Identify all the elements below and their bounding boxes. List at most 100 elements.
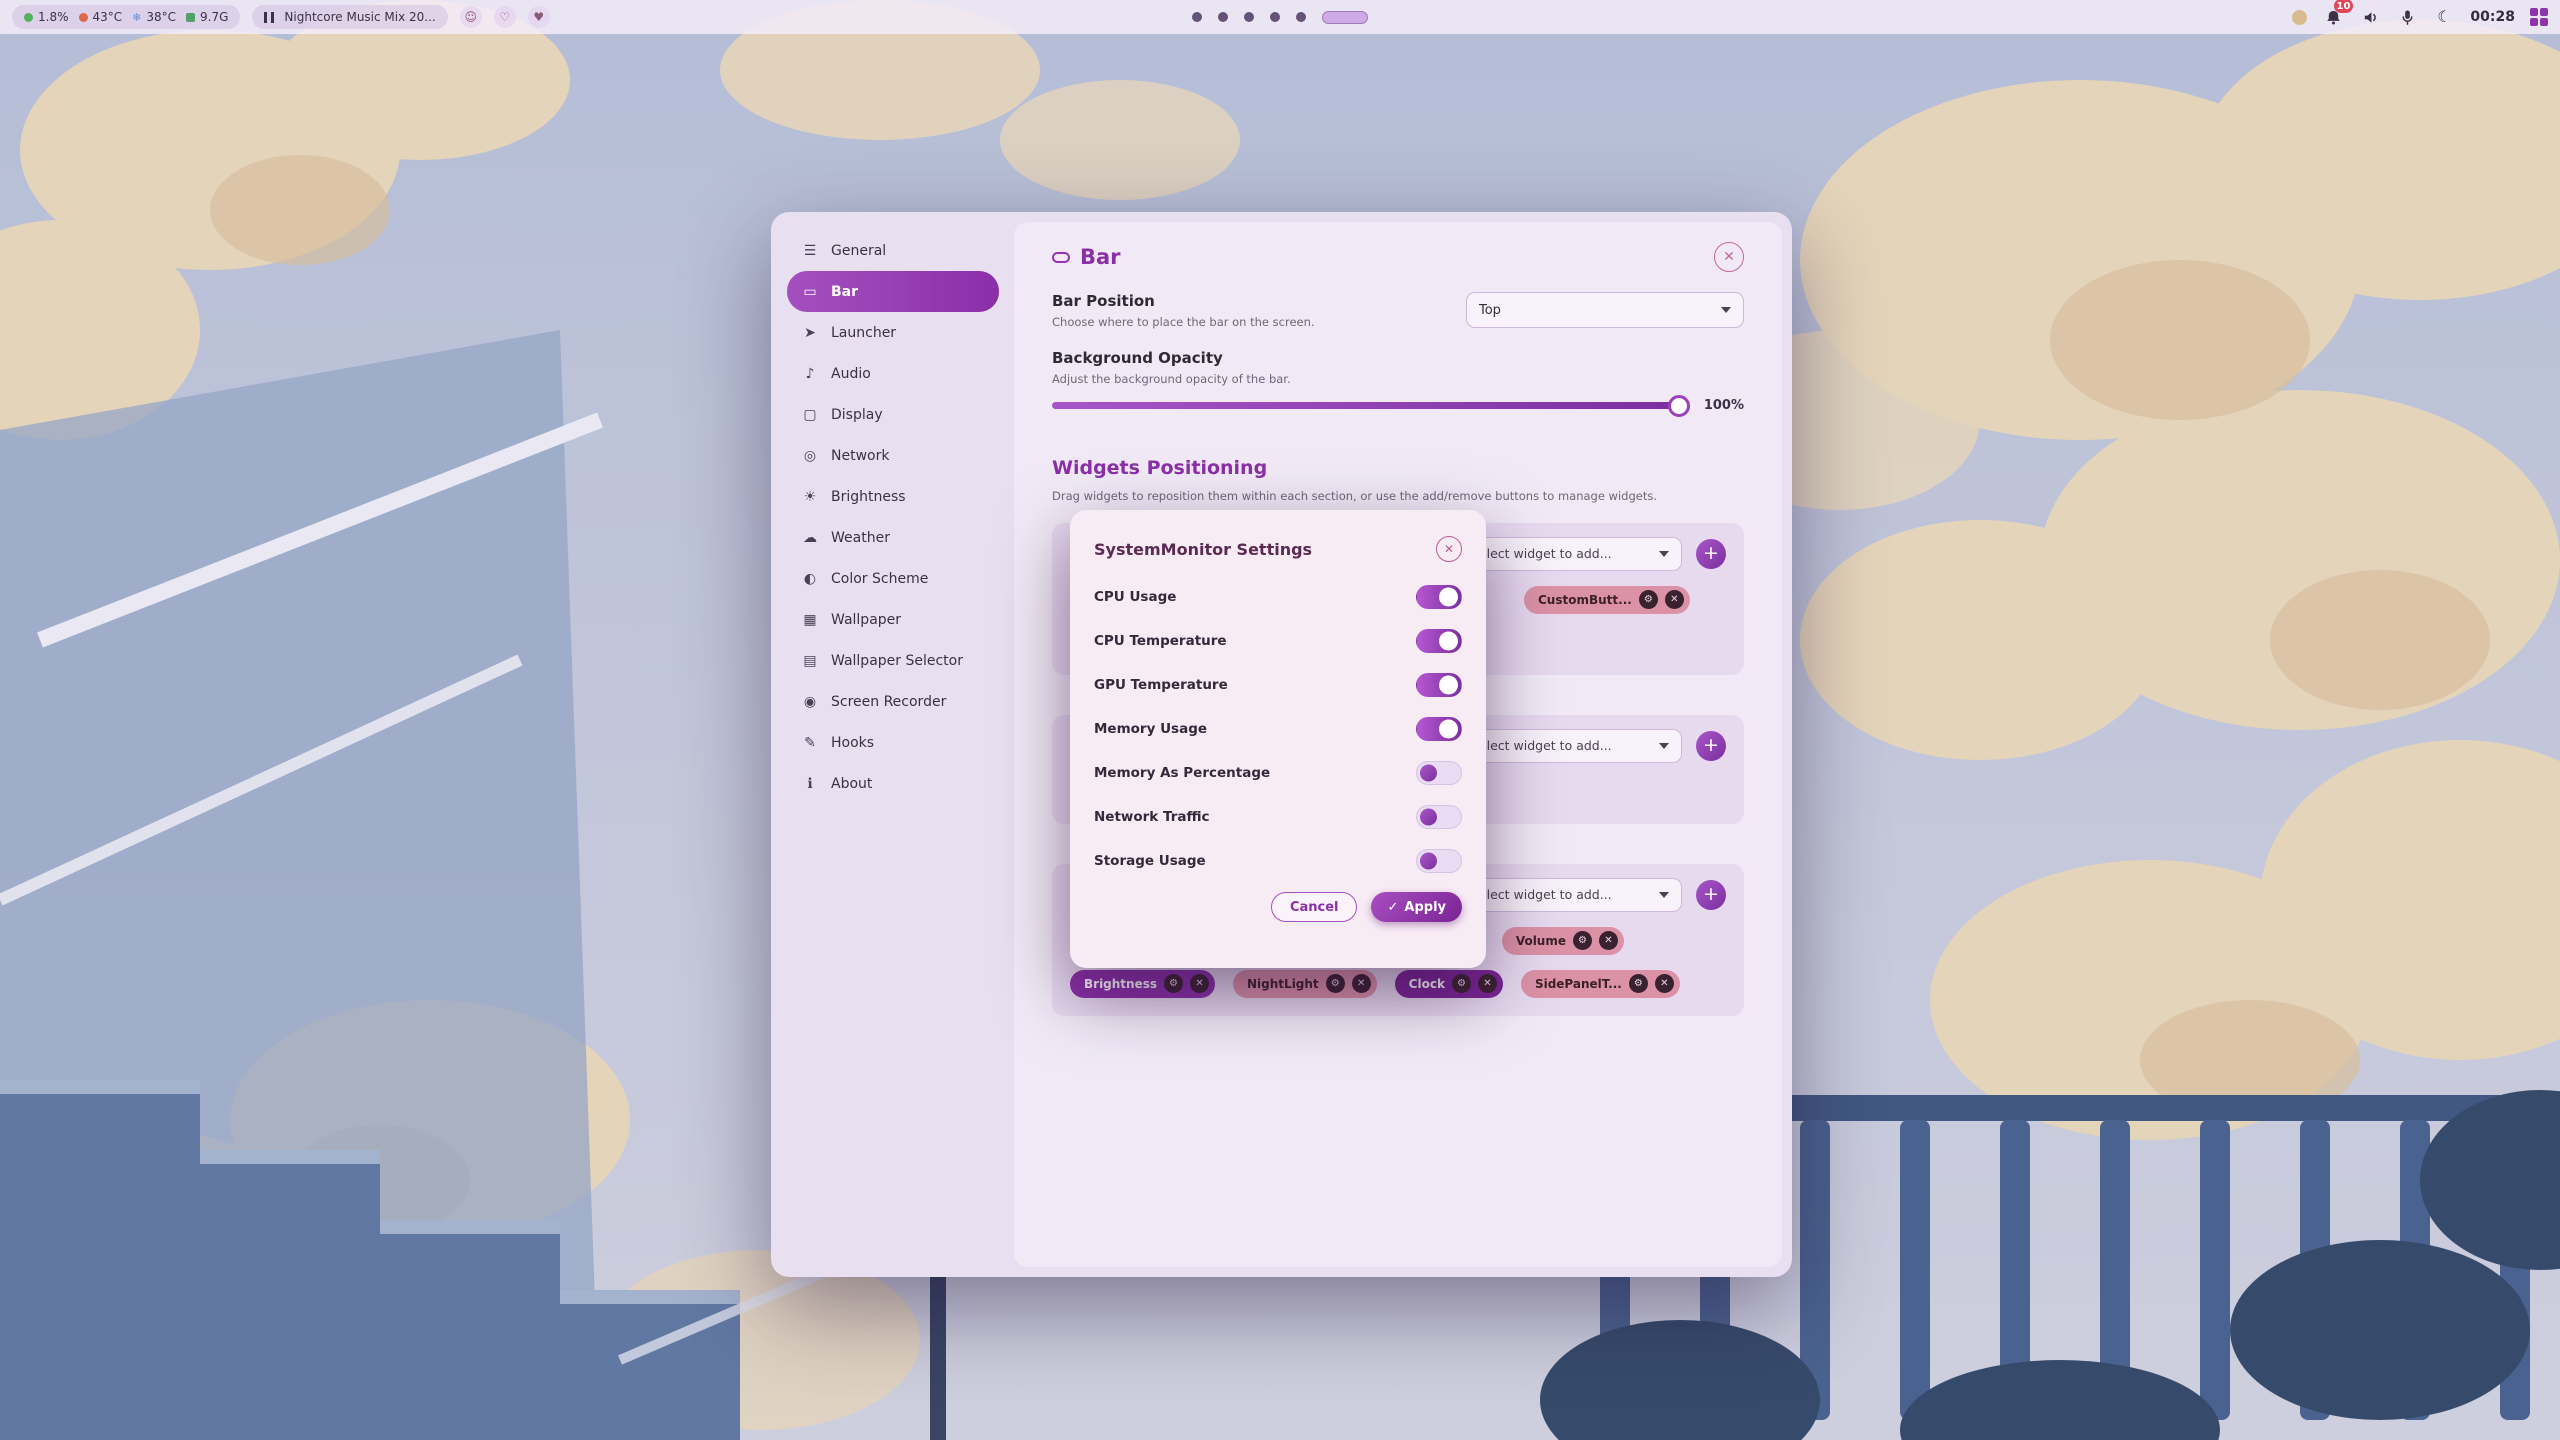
gear-icon[interactable]: ⚙: [1573, 931, 1592, 950]
clock[interactable]: 00:28: [2470, 9, 2515, 25]
color-swatch-icon[interactable]: [2292, 10, 2307, 25]
add-widget-placeholder: Select widget to add...: [1471, 887, 1612, 902]
workspace-dot[interactable]: [1296, 12, 1306, 22]
workspace-dot[interactable]: [1244, 12, 1254, 22]
gpu-temp-value: 38°C: [146, 10, 176, 24]
modal-close-button[interactable]: ✕: [1436, 536, 1462, 562]
emoji-tray-icon[interactable]: ☺: [460, 6, 482, 28]
sidebar-item-label: Screen Recorder: [831, 694, 946, 710]
sidebar-item-label: Hooks: [831, 735, 874, 751]
volume-button[interactable]: [2359, 6, 2381, 28]
sidebar-item-audio[interactable]: ♪ Audio: [787, 353, 999, 394]
sidebar-item-network[interactable]: ◎ Network: [787, 435, 999, 476]
gear-icon[interactable]: ⚙: [1452, 974, 1471, 993]
remove-icon[interactable]: ✕: [1599, 931, 1618, 950]
media-title: Nightcore Music Mix 20...: [284, 10, 435, 24]
widget-chip-nightlight[interactable]: NightLight ⚙ ✕: [1233, 970, 1377, 998]
remove-icon[interactable]: ✕: [1352, 974, 1371, 993]
workspace-dot[interactable]: [1218, 12, 1228, 22]
app-launcher-button[interactable]: [2530, 8, 2548, 26]
add-widget-dropdown[interactable]: Select widget to add...: [1458, 537, 1682, 571]
chip-row: Brightness ⚙ ✕ NightLight ⚙ ✕ Clock ⚙ ✕: [1070, 970, 1726, 998]
notifications-button[interactable]: 10: [2322, 6, 2344, 28]
sidebar-item-bar[interactable]: ▭ Bar: [787, 271, 999, 312]
workspace-active-pill[interactable]: [1322, 11, 1368, 24]
sidebar-item-launcher[interactable]: ➤ Launcher: [787, 312, 999, 353]
sidebar-item-label: General: [831, 243, 886, 259]
heart-outline-icon[interactable]: ♡: [494, 6, 516, 28]
chip-label: Volume: [1516, 934, 1566, 948]
widget-chip-sidepanel[interactable]: SidePanelT... ⚙ ✕: [1521, 970, 1680, 998]
gear-icon[interactable]: ⚙: [1639, 590, 1658, 609]
toggle-switch[interactable]: [1416, 761, 1462, 785]
gear-icon[interactable]: ⚙: [1164, 974, 1183, 993]
toggle-knob: [1439, 720, 1458, 739]
night-light-button[interactable]: ☾: [2433, 6, 2455, 28]
emoji-glyph: ☺: [464, 10, 477, 24]
chip-label: NightLight: [1247, 977, 1319, 991]
add-widget-button[interactable]: +: [1696, 731, 1726, 761]
heart-icon[interactable]: ♥: [528, 6, 550, 28]
microphone-button[interactable]: [2396, 6, 2418, 28]
sidebar-item-wallpaper-selector[interactable]: ▤ Wallpaper Selector: [787, 640, 999, 681]
remove-icon[interactable]: ✕: [1665, 590, 1684, 609]
widget-chip-clock[interactable]: Clock ⚙ ✕: [1395, 970, 1503, 998]
remove-icon[interactable]: ✕: [1478, 974, 1497, 993]
widget-chip-volume[interactable]: Volume ⚙ ✕: [1502, 927, 1624, 955]
cpu-stat: 1.8%: [24, 10, 69, 24]
gear-icon[interactable]: ⚙: [1326, 974, 1345, 993]
widget-chip-custombutton[interactable]: CustomButt... ⚙ ✕: [1524, 586, 1690, 614]
add-widget-button[interactable]: +: [1696, 880, 1726, 910]
bar-position-dropdown[interactable]: Top: [1466, 292, 1744, 328]
sidebar-item-screen-recorder[interactable]: ◉ Screen Recorder: [787, 681, 999, 722]
chevron-down-icon: [1659, 743, 1669, 749]
remove-icon[interactable]: ✕: [1190, 974, 1209, 993]
modal-title: SystemMonitor Settings: [1094, 540, 1312, 559]
toggle-switch[interactable]: [1416, 805, 1462, 829]
hooks-icon: ✎: [801, 735, 819, 751]
remove-icon[interactable]: ✕: [1655, 974, 1674, 993]
toggle-switch[interactable]: [1416, 629, 1462, 653]
add-widget-dropdown[interactable]: Select widget to add...: [1458, 729, 1682, 763]
sidebar-item-brightness[interactable]: ☀ Brightness: [787, 476, 999, 517]
window-close-button[interactable]: ✕: [1714, 242, 1744, 272]
cpu-temp-stat: 43°C: [79, 10, 123, 24]
sidebar-item-weather[interactable]: ☁ Weather: [787, 517, 999, 558]
sidebar-item-about[interactable]: ℹ About: [787, 763, 999, 804]
sidebar-item-label: About: [831, 776, 872, 792]
toggle-switch[interactable]: [1416, 585, 1462, 609]
thermometer-icon: [79, 13, 88, 22]
add-widget-button[interactable]: +: [1696, 539, 1726, 569]
settings-sidebar: ☰ General ▭ Bar ➤ Launcher ♪ Audio ▢ Dis…: [787, 230, 999, 804]
cpu-temp-value: 43°C: [93, 10, 123, 24]
sidebar-item-color-scheme[interactable]: ◐ Color Scheme: [787, 558, 999, 599]
toggle-knob: [1420, 765, 1437, 782]
sidebar-item-wallpaper[interactable]: ▦ Wallpaper: [787, 599, 999, 640]
opacity-value: 100%: [1704, 398, 1744, 413]
toggle-switch[interactable]: [1416, 717, 1462, 741]
add-widget-placeholder: Select widget to add...: [1471, 546, 1612, 561]
workspace-dot[interactable]: [1192, 12, 1202, 22]
slider-knob[interactable]: [1668, 395, 1690, 417]
modal-header: SystemMonitor Settings ✕: [1094, 536, 1462, 562]
sidebar-item-hooks[interactable]: ✎ Hooks: [787, 722, 999, 763]
toggle-switch[interactable]: [1416, 673, 1462, 697]
media-pill[interactable]: Nightcore Music Mix 20...: [252, 5, 447, 29]
toggle-label: Network Traffic: [1094, 809, 1210, 825]
system-stats-pill[interactable]: 1.8% 43°C ❄ 38°C 9.7G: [12, 5, 240, 29]
sidebar-item-general[interactable]: ☰ General: [787, 230, 999, 271]
gear-icon[interactable]: ⚙: [1629, 974, 1648, 993]
apply-button[interactable]: ✓ Apply: [1371, 892, 1462, 922]
sidebar-item-display[interactable]: ▢ Display: [787, 394, 999, 435]
modal-buttons: Cancel ✓ Apply: [1094, 892, 1462, 922]
cancel-button[interactable]: Cancel: [1271, 892, 1358, 922]
toggle-switch[interactable]: [1416, 849, 1462, 873]
chip-label: SidePanelT...: [1535, 977, 1622, 991]
widgets-positioning-desc: Drag widgets to reposition them within e…: [1052, 487, 1744, 507]
opacity-slider[interactable]: [1052, 402, 1688, 409]
widget-chip-brightness[interactable]: Brightness ⚙ ✕: [1070, 970, 1215, 998]
chip-label: CustomButt...: [1538, 593, 1632, 607]
add-widget-placeholder: Select widget to add...: [1471, 738, 1612, 753]
workspace-dot[interactable]: [1270, 12, 1280, 22]
add-widget-dropdown[interactable]: Select widget to add...: [1458, 878, 1682, 912]
